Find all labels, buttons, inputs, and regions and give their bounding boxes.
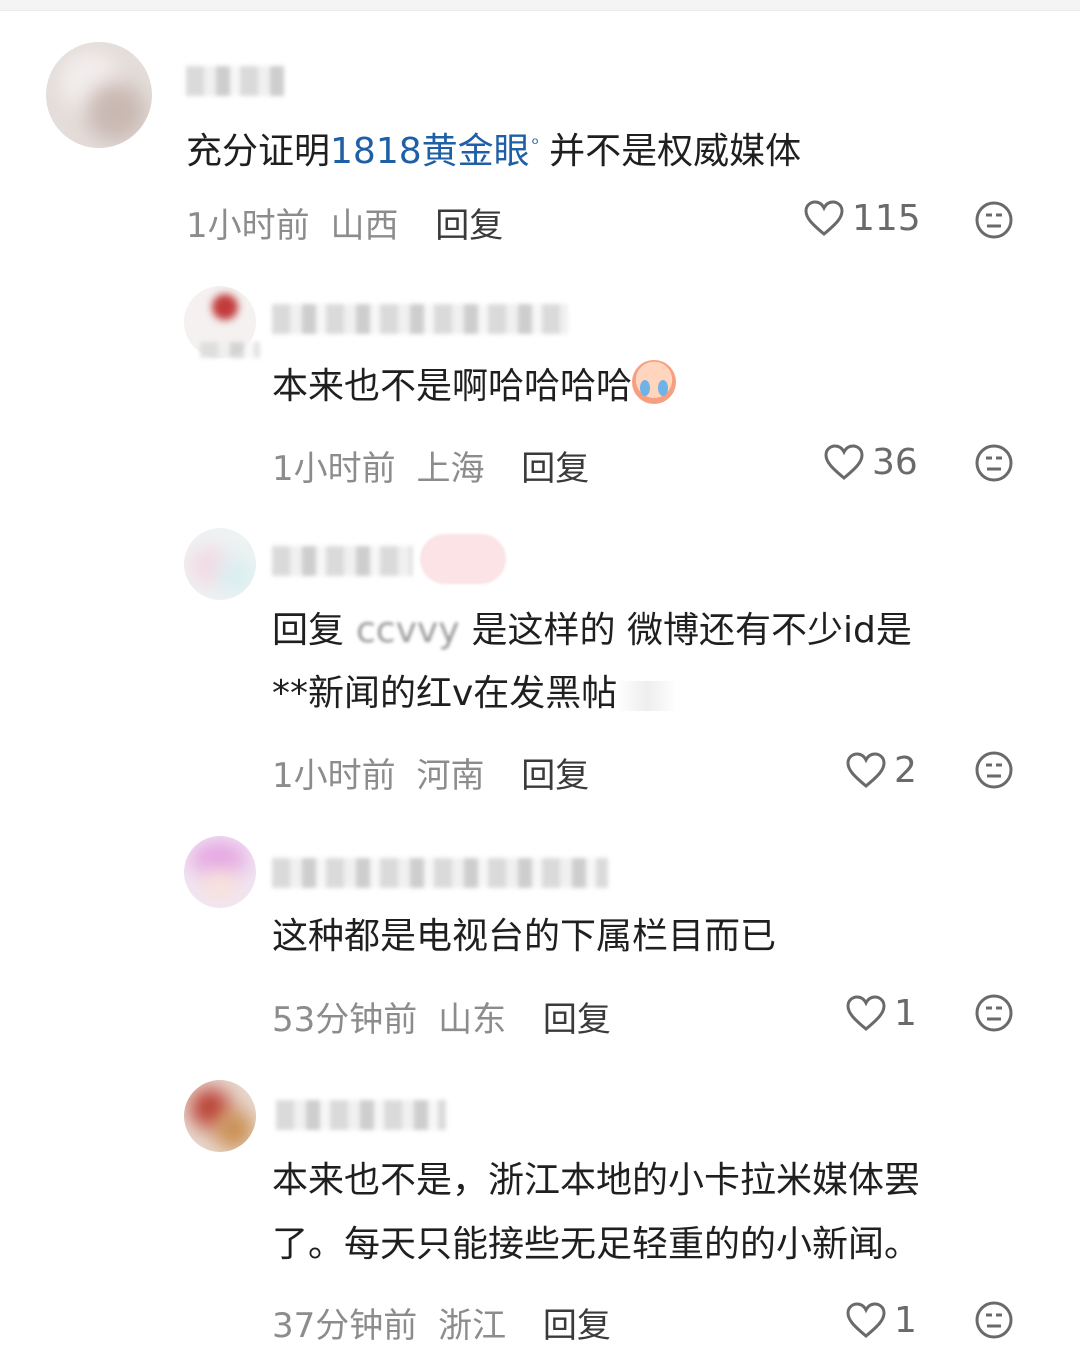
avatar[interactable] [184, 1080, 256, 1152]
like-count: 115 [852, 197, 921, 239]
like-button[interactable]: 1 [846, 992, 917, 1034]
crying-laughing-emoji-icon [632, 360, 677, 404]
avatar[interactable] [184, 836, 256, 908]
smiley-face-icon[interactable] [974, 750, 1014, 790]
reply-button[interactable]: 回复 [521, 756, 589, 796]
comment-meta: 1小时前 上海 回复 [272, 441, 589, 490]
location: 上海 [416, 449, 485, 489]
timestamp: 1小时前 [272, 449, 396, 489]
truncation-fade [617, 681, 678, 711]
heart-outline-icon [846, 1302, 886, 1338]
reply-button[interactable]: 回复 [435, 206, 503, 246]
reply-button[interactable]: 回复 [521, 449, 589, 489]
comment-text-line2: **新闻的红v在发黑帖 [272, 663, 678, 725]
avatar[interactable] [184, 528, 256, 600]
timestamp: 37分钟前 [272, 1306, 418, 1346]
like-button[interactable]: 1 [846, 1299, 917, 1341]
search-glyph-icon[interactable]: ᵒ [532, 134, 539, 155]
smiley-face-icon[interactable] [974, 993, 1014, 1033]
username-redacted[interactable] [276, 1100, 446, 1130]
heart-outline-icon [804, 200, 844, 236]
comment-text: 回复 ccvvy 是这样的 微博还有不少id是 [272, 610, 912, 651]
like-button[interactable]: 115 [804, 197, 921, 239]
reply-button[interactable]: 回复 [543, 1306, 611, 1346]
avatar[interactable] [46, 42, 152, 148]
smiley-face-icon[interactable] [974, 1300, 1014, 1340]
topic-link[interactable]: 1818黄金眼 [330, 131, 530, 172]
heart-outline-icon [846, 752, 886, 788]
comment-meta: 1小时前 河南 回复 [272, 748, 589, 797]
comment-meta: 37分钟前 浙江 回复 [272, 1298, 611, 1347]
reply-button[interactable]: 回复 [543, 1000, 611, 1040]
like-count: 1 [894, 992, 917, 1034]
username-redacted[interactable] [186, 66, 284, 96]
like-count: 1 [894, 1299, 917, 1341]
like-button[interactable]: 2 [846, 749, 917, 791]
like-count: 2 [894, 749, 917, 791]
smiley-face-icon[interactable] [974, 200, 1014, 240]
comment-text: 充分证明1818黄金眼 ᵒ 并不是权威媒体 [186, 131, 802, 172]
reply-prefix: 回复 [272, 610, 345, 651]
location: 浙江 [438, 1306, 507, 1346]
comment-meta: 1小时前 山西 回复 [186, 198, 503, 247]
like-button[interactable]: 36 [824, 441, 918, 483]
timestamp: 1小时前 [186, 206, 310, 246]
username-redacted [200, 342, 260, 358]
top-divider [0, 0, 1080, 11]
like-count: 36 [872, 441, 918, 483]
comment-text-line2: 了。每天只能接些无足轻重的的小新闻。 [272, 1224, 921, 1265]
location: 河南 [416, 756, 485, 796]
heart-outline-icon [824, 444, 864, 480]
username-redacted[interactable] [272, 546, 412, 576]
comment-meta: 53分钟前 山东 回复 [272, 992, 611, 1041]
comment-text: 本来也不是啊哈哈哈哈 [272, 356, 677, 418]
mention-link[interactable]: ccvvy [356, 610, 460, 651]
username-redacted[interactable] [272, 858, 608, 888]
timestamp: 53分钟前 [272, 1000, 418, 1040]
comment-text: 本来也不是，浙江本地的小卡拉米媒体罢 [272, 1160, 921, 1201]
location: 山东 [438, 1000, 507, 1040]
timestamp: 1小时前 [272, 756, 396, 796]
comment-text: 这种都是电视台的下属栏目而已 [272, 916, 777, 957]
location: 山西 [330, 206, 399, 246]
smiley-face-icon[interactable] [974, 443, 1014, 483]
heart-outline-icon [846, 995, 886, 1031]
badge-redacted [420, 534, 506, 584]
username-redacted[interactable] [272, 304, 568, 334]
